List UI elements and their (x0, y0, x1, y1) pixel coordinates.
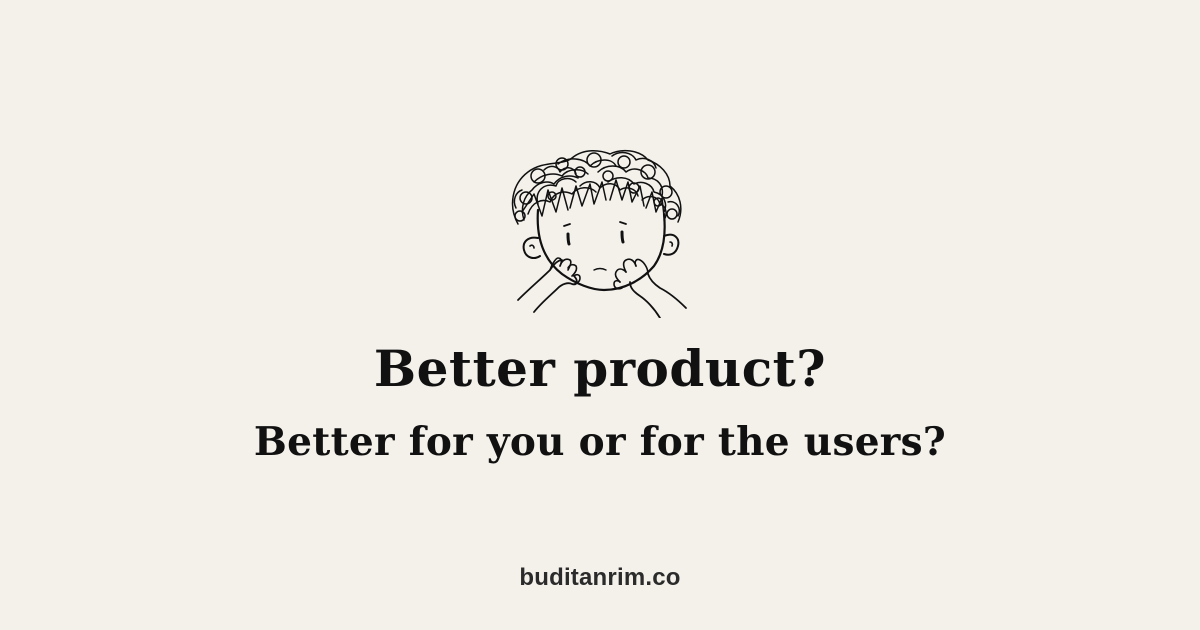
site-domain: buditanrim.co (519, 564, 681, 591)
headline: Better product? (373, 339, 827, 398)
subheadline: Better for you or for the users? (253, 419, 947, 465)
boy-covering-mouth-illustration (511, 149, 687, 318)
og-card: Better product? Better for you or for th… (0, 0, 1200, 630)
